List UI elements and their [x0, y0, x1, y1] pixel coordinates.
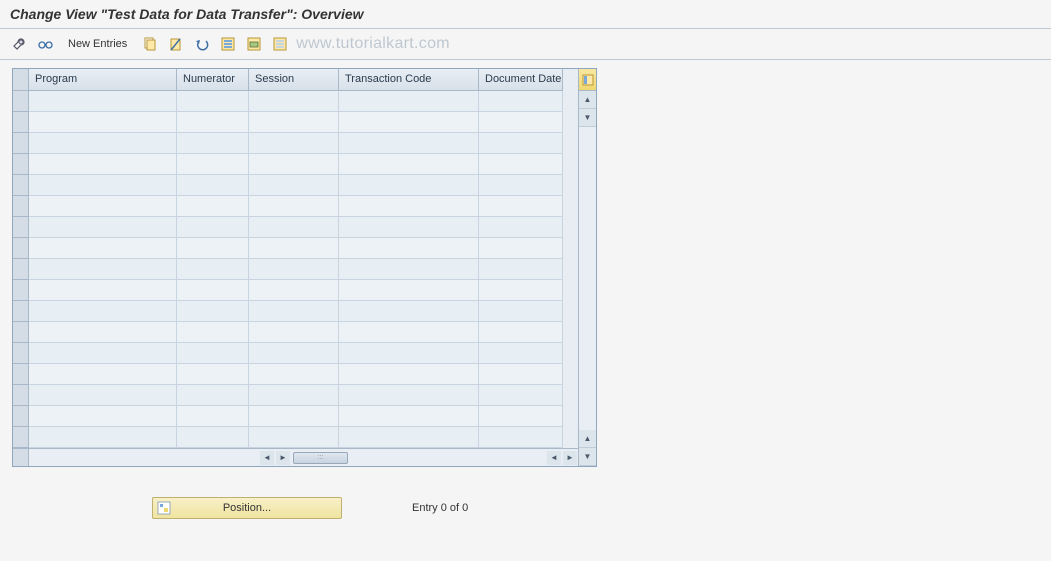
table-row[interactable] — [13, 217, 578, 238]
data-grid: Program Numerator Session Transaction Co… — [12, 68, 597, 467]
select-all-header[interactable] — [13, 69, 29, 91]
row-selector[interactable] — [13, 238, 29, 259]
row-selector[interactable] — [13, 280, 29, 301]
scroll-down-button[interactable]: ▼ — [579, 109, 596, 127]
undo-button[interactable] — [191, 34, 213, 54]
select-all-icon — [220, 36, 236, 52]
copy-button[interactable] — [139, 34, 161, 54]
column-session[interactable]: Session — [249, 69, 339, 91]
vertical-scrollbar: ▲ ▼ ▲ ▼ — [578, 69, 596, 466]
row-selector[interactable] — [13, 175, 29, 196]
copy-icon — [142, 36, 158, 52]
cell-program[interactable] — [29, 91, 177, 112]
grid-header: Program Numerator Session Transaction Co… — [13, 69, 578, 91]
scroll-thumb[interactable]: ::: — [293, 452, 348, 464]
row-selector[interactable] — [13, 112, 29, 133]
scroll-down-button[interactable]: ▼ — [579, 448, 596, 466]
row-selector[interactable] — [13, 385, 29, 406]
table-row[interactable] — [13, 406, 578, 427]
row-selector[interactable] — [13, 91, 29, 112]
scroll-track[interactable] — [579, 127, 596, 430]
column-document-date[interactable]: Document Date — [479, 69, 563, 91]
table-settings-button[interactable] — [579, 69, 596, 91]
row-selector[interactable] — [13, 301, 29, 322]
row-selector[interactable] — [13, 364, 29, 385]
cell-document-date[interactable] — [479, 91, 563, 112]
scroll-up-button[interactable]: ▲ — [579, 430, 596, 448]
page-title: Change View "Test Data for Data Transfer… — [0, 0, 1051, 26]
wrench-icon — [11, 36, 27, 52]
cell-session[interactable] — [249, 91, 339, 112]
table-row[interactable] — [13, 343, 578, 364]
row-selector[interactable] — [13, 322, 29, 343]
undo-icon — [194, 36, 210, 52]
horizontal-scrollbar: ◄ ► ::: ◄ ► — [13, 448, 578, 466]
table-row[interactable] — [13, 238, 578, 259]
scroll-left-end-button[interactable]: ◄ — [547, 451, 561, 465]
delete-icon — [168, 36, 184, 52]
column-program[interactable]: Program — [29, 69, 177, 91]
table-row[interactable] — [13, 175, 578, 196]
table-row[interactable] — [13, 301, 578, 322]
cell-transaction-code[interactable] — [339, 91, 479, 112]
content-area: Program Numerator Session Transaction Co… — [12, 68, 1039, 519]
scroll-right-end-button[interactable]: ► — [563, 451, 577, 465]
row-selector[interactable] — [13, 406, 29, 427]
row-selector[interactable] — [13, 154, 29, 175]
table-row[interactable] — [13, 259, 578, 280]
position-row: Position... Entry 0 of 0 — [12, 497, 1039, 519]
row-selector[interactable] — [13, 427, 29, 448]
row-selector[interactable] — [13, 259, 29, 280]
table-row[interactable] — [13, 364, 578, 385]
row-selector[interactable] — [13, 196, 29, 217]
table-row[interactable] — [13, 154, 578, 175]
scroll-left-button[interactable]: ◄ — [260, 451, 274, 465]
select-block-icon — [246, 36, 262, 52]
table-row[interactable] — [13, 322, 578, 343]
watermark-text: www.tutorialkart.com — [296, 35, 450, 53]
table-row[interactable] — [13, 427, 578, 448]
other-view-button[interactable] — [8, 34, 30, 54]
position-button[interactable]: Position... — [152, 497, 342, 519]
scroll-up-button[interactable]: ▲ — [579, 91, 596, 109]
table-row[interactable] — [13, 133, 578, 154]
table-row[interactable] — [13, 196, 578, 217]
row-selector[interactable] — [13, 343, 29, 364]
deselect-all-icon — [272, 36, 288, 52]
position-icon — [157, 501, 171, 515]
display-button[interactable] — [34, 34, 56, 54]
entry-count-text: Entry 0 of 0 — [412, 502, 468, 514]
table-row[interactable] — [13, 91, 578, 112]
scroll-right-button[interactable]: ► — [276, 451, 290, 465]
table-row[interactable] — [13, 385, 578, 406]
row-selector[interactable] — [13, 133, 29, 154]
cell-numerator[interactable] — [177, 91, 249, 112]
table-row[interactable] — [13, 112, 578, 133]
glasses-icon — [37, 36, 53, 52]
select-block-button[interactable] — [243, 34, 265, 54]
select-all-button[interactable] — [217, 34, 239, 54]
table-row[interactable] — [13, 280, 578, 301]
column-transaction-code[interactable]: Transaction Code — [339, 69, 479, 91]
delete-button[interactable] — [165, 34, 187, 54]
divider — [0, 59, 1051, 60]
row-selector[interactable] — [13, 217, 29, 238]
toolbar: New Entries www.tutorialkart.com — [0, 31, 1051, 57]
deselect-all-button[interactable] — [269, 34, 291, 54]
divider — [0, 28, 1051, 29]
position-button-label: Position... — [223, 502, 271, 514]
table-settings-icon — [582, 74, 594, 86]
column-numerator[interactable]: Numerator — [177, 69, 249, 91]
new-entries-button[interactable]: New Entries — [62, 36, 133, 52]
grid-body — [13, 91, 578, 448]
